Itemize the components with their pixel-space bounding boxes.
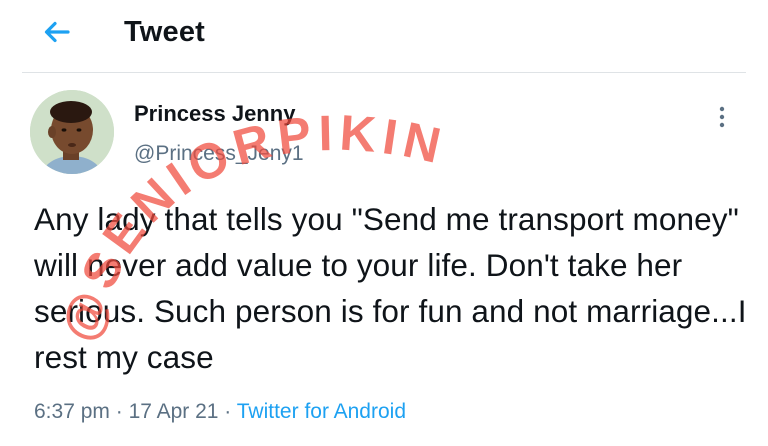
top-bar: Tweet bbox=[0, 0, 768, 72]
meta-separator: · bbox=[218, 400, 237, 423]
arrow-left-icon bbox=[44, 21, 70, 43]
tweet-text: Any lady that tells you "Send me transpo… bbox=[34, 201, 747, 375]
tweet-meta: 6:37 pm · 17 Apr 21 · Twitter for Androi… bbox=[34, 400, 406, 424]
tweet-date[interactable]: 17 Apr 21 bbox=[129, 400, 219, 423]
page-title: Tweet bbox=[124, 16, 206, 48]
back-button[interactable] bbox=[38, 14, 74, 50]
avatar[interactable] bbox=[30, 90, 114, 174]
more-options-button[interactable] bbox=[710, 102, 734, 132]
author-handle[interactable]: @Princess_Jeny1 bbox=[134, 142, 304, 166]
vertical-ellipsis-icon bbox=[719, 106, 725, 128]
meta-separator: · bbox=[109, 400, 129, 423]
tweet-source-link[interactable]: Twitter for Android bbox=[237, 400, 406, 423]
header-divider bbox=[22, 72, 746, 73]
tweet-time[interactable]: 6:37 pm bbox=[34, 400, 110, 423]
avatar-image bbox=[30, 90, 114, 174]
author-name[interactable]: Princess Jenny bbox=[134, 101, 295, 127]
